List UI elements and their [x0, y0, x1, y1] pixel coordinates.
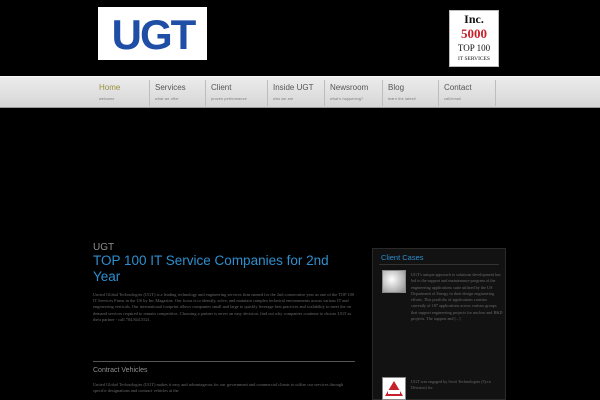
intro-paragraph: United Global Technologies (UGT) is a le…: [93, 292, 355, 322]
nav-item-newsroom[interactable]: Newsroom what's happening?: [325, 80, 383, 106]
site-header: UGT Inc. 5000 TOP 100 IT SERVICES: [0, 0, 600, 76]
nav-item-services[interactable]: Services what we offer: [150, 80, 206, 106]
section-divider: [93, 361, 355, 362]
ugt-logo[interactable]: UGT: [98, 7, 207, 60]
inc-badge-line-2: 5000: [461, 26, 487, 41]
ugt-logo-text: UGT: [111, 12, 196, 56]
nav-sub-inside-ugt: who we are: [273, 97, 294, 101]
client-cases-panel: Client Cases UGT's unique approach to so…: [372, 248, 506, 400]
case-thumbnail-tyco[interactable]: [382, 377, 406, 400]
nav-item-inside-ugt[interactable]: Inside UGT who we are: [268, 80, 325, 106]
nav-item-client[interactable]: Client proven performance: [206, 80, 268, 106]
nav-sub-services: what we offer: [155, 97, 179, 101]
nav-label-home: Home: [99, 83, 121, 92]
client-case-summary[interactable]: UGT was engaged by Scott Technologies (T…: [411, 379, 503, 392]
nav-sub-newsroom: what's happening?: [330, 97, 364, 101]
client-case-summary[interactable]: UGT's unique approach to solutions devel…: [411, 272, 503, 322]
nav-label-contact: Contact: [444, 83, 472, 92]
nav-item-blog[interactable]: Blog learn the latest!: [383, 80, 439, 106]
client-cases-heading: Client Cases: [381, 253, 424, 262]
nav-label-newsroom: Newsroom: [330, 83, 369, 92]
nav-label-blog: Blog: [388, 83, 405, 92]
contract-vehicles-heading: Contract Vehicles: [93, 367, 148, 374]
inc-badge-line-1: Inc.: [464, 12, 484, 26]
main-eyebrow: UGT: [93, 242, 115, 253]
inc-5000-badge: Inc. 5000 TOP 100 IT SERVICES: [449, 10, 499, 67]
client-cases-divider: [379, 264, 499, 265]
nav-sub-contact: call/email: [444, 97, 461, 101]
nav-sub-blog: learn the latest!: [388, 97, 416, 101]
nav-item-home[interactable]: Home welcome: [94, 80, 150, 106]
nav-label-services: Services: [155, 83, 186, 92]
inc-badge-line-4: IT SERVICES: [458, 56, 490, 62]
case-thumbnail-doe[interactable]: [382, 270, 406, 293]
inc-badge-line-3: TOP 100: [458, 43, 491, 53]
page-title: TOP 100 IT Service Companies for 2nd Yea…: [93, 253, 329, 284]
contract-vehicles-paragraph: United Global Technologies (UGT) makes i…: [93, 382, 344, 394]
nav-sub-home: welcome: [99, 97, 115, 101]
nav-label-client: Client: [211, 83, 232, 92]
nav-sub-client: proven performance: [211, 97, 247, 101]
main-nav: Home welcome Services what we offer Clie…: [0, 76, 600, 108]
nav-item-contact[interactable]: Contact call/email: [439, 80, 496, 106]
nav-label-inside-ugt: Inside UGT: [273, 83, 314, 92]
